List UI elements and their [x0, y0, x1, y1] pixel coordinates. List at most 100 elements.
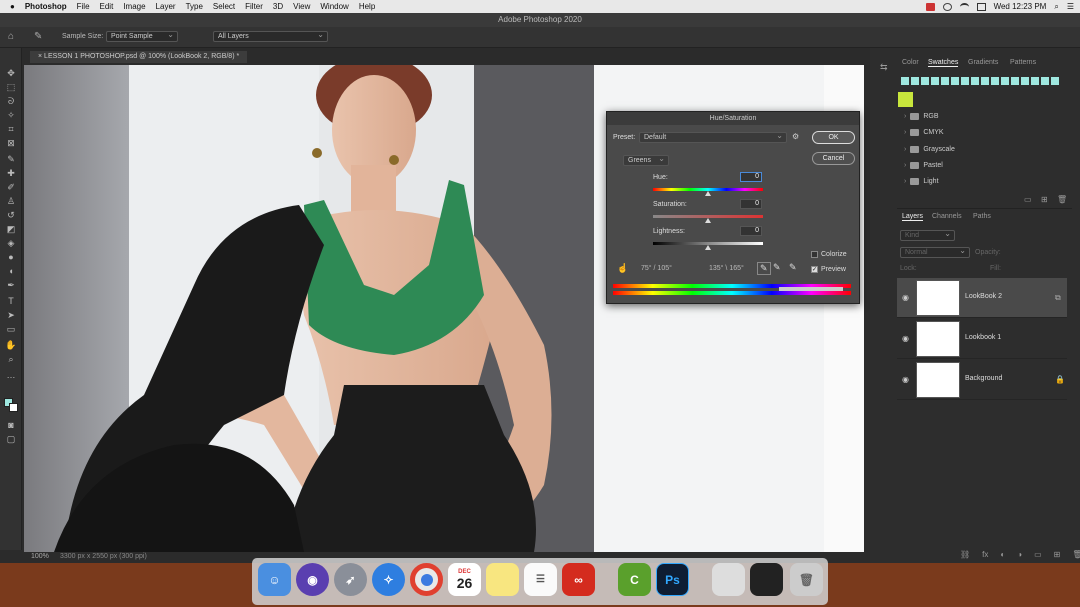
eraser-tool-icon[interactable]: ◩ — [5, 224, 17, 234]
menu-window[interactable]: Window — [320, 2, 348, 11]
delete-swatch-icon[interactable]: 🗑 — [1057, 195, 1067, 204]
swatch-group-light[interactable]: › Light — [904, 178, 939, 185]
saturation-slider-thumb[interactable] — [705, 218, 711, 223]
swatch-chip[interactable] — [991, 77, 999, 85]
dialog-title[interactable]: Hue/Saturation — [607, 112, 859, 125]
frame-tool-icon[interactable]: ⊠ — [5, 138, 17, 148]
layer-name[interactable]: LookBook 2 — [965, 293, 1002, 300]
marquee-tool-icon[interactable]: ⬚ — [5, 82, 17, 92]
swatch-chip[interactable] — [981, 77, 989, 85]
rectangle-tool-icon[interactable]: ▭ — [5, 324, 17, 334]
crop-tool-icon[interactable]: ⌗ — [5, 124, 17, 134]
document-tab[interactable]: × LESSON 1 PHOTOSHOP.psd @ 100% (LookBoo… — [30, 51, 248, 63]
camtasia-icon[interactable]: C — [618, 563, 651, 596]
eyedropper-icon[interactable]: ✎ — [5, 154, 17, 164]
swatch-chip[interactable] — [1011, 77, 1019, 85]
eyedropper-icon[interactable]: ✎ — [757, 262, 771, 275]
tab-channels[interactable]: Channels — [932, 213, 962, 220]
blur-tool-icon[interactable]: ● — [5, 252, 17, 262]
screen-mode-icon[interactable]: ▢ — [5, 434, 17, 444]
menu-view[interactable]: View — [293, 2, 310, 11]
menu-select[interactable]: Select — [213, 2, 235, 11]
channel-dropdown[interactable]: Greens — [623, 154, 669, 166]
brush-tool-icon[interactable]: ✐ — [5, 182, 17, 192]
chrome-icon[interactable] — [410, 563, 443, 596]
lightness-value-field[interactable]: 0 — [740, 226, 762, 236]
lasso-tool-icon[interactable]: ᘐ — [5, 96, 17, 106]
menu-file[interactable]: File — [77, 2, 90, 11]
new-group-icon[interactable]: ▭ — [1024, 195, 1032, 204]
swatch-chip[interactable] — [1031, 77, 1039, 85]
add-mask-icon[interactable]: ◐ — [1000, 550, 1005, 560]
saturation-value-field[interactable]: 0 — [740, 199, 762, 209]
control-center-icon[interactable]: ☰ — [1067, 2, 1074, 11]
swatch-chip[interactable] — [951, 77, 959, 85]
swatch-group-rgb[interactable]: › RGB — [904, 113, 939, 120]
hand-tool-icon[interactable]: ✋ — [5, 340, 17, 350]
menu-edit[interactable]: Edit — [100, 2, 114, 11]
history-brush-icon[interactable]: ↺ — [5, 210, 17, 220]
lightness-slider-thumb[interactable] — [705, 245, 711, 250]
swatch-chip[interactable] — [921, 77, 929, 85]
photoshop-icon[interactable]: Ps — [656, 563, 689, 596]
tab-layers[interactable]: Layers — [902, 213, 924, 221]
reminders-icon[interactable]: ☰ — [524, 563, 557, 596]
recent-window-thumbnail[interactable] — [712, 563, 745, 596]
range-selector[interactable] — [779, 287, 843, 291]
visibility-eye-icon[interactable]: ◉ — [902, 375, 909, 384]
apple-menu-icon[interactable]: ● — [10, 2, 15, 11]
menu-3d[interactable]: 3D — [273, 2, 283, 11]
tab-swatches[interactable]: Swatches — [928, 59, 959, 67]
terminal-thumbnail[interactable] — [750, 563, 783, 596]
add-to-sample-eyedropper-icon[interactable]: ✎ — [773, 262, 781, 273]
ok-button[interactable]: OK — [812, 131, 855, 144]
layer-row-lookbook-2[interactable]: ◉ LookBook 2 ⧉ — [897, 278, 1067, 318]
on-image-adjust-hand-icon[interactable]: ☝ — [617, 263, 628, 274]
menu-image[interactable]: Image — [123, 2, 145, 11]
delete-layer-icon[interactable]: 🗑 — [1072, 550, 1080, 560]
finder-icon[interactable]: ☺ — [258, 563, 291, 596]
path-selection-icon[interactable]: ➤ — [5, 310, 17, 320]
swatch-group-pastel[interactable]: › Pastel — [904, 162, 943, 169]
swatch-chip[interactable] — [1001, 77, 1009, 85]
swatch-chip[interactable] — [941, 77, 949, 85]
selected-swatch[interactable] — [898, 92, 913, 107]
swatch-chip[interactable] — [931, 77, 939, 85]
magic-wand-tool-icon[interactable]: ✧ — [5, 110, 17, 120]
battery-icon[interactable] — [976, 2, 986, 11]
eyedropper-tool-icon[interactable]: ✎ — [34, 31, 42, 42]
blend-mode-dropdown[interactable]: Normal — [900, 246, 970, 258]
help-circle-icon[interactable] — [942, 2, 952, 11]
spotlight-icon[interactable]: ⌕ — [1054, 2, 1058, 12]
type-tool-icon[interactable]: T — [5, 296, 17, 306]
new-group-icon[interactable]: ▭ — [1034, 550, 1042, 560]
swatch-chip[interactable] — [1041, 77, 1049, 85]
swatch-chip[interactable] — [1021, 77, 1029, 85]
preview-checkbox[interactable]: ✓ — [811, 266, 818, 273]
preview-label[interactable]: Preview — [821, 266, 846, 273]
colorize-checkbox[interactable] — [811, 251, 818, 258]
adjustment-layer-icon[interactable]: ◑ — [1017, 550, 1022, 560]
menu-filter[interactable]: Filter — [245, 2, 263, 11]
subtract-from-sample-eyedropper-icon[interactable]: ✎ — [789, 262, 797, 273]
layer-name[interactable]: Background — [965, 375, 1002, 382]
visibility-eye-icon[interactable]: ◉ — [902, 334, 909, 343]
sample-size-dropdown[interactable]: Point Sample — [106, 30, 178, 42]
menu-app-name[interactable]: Photoshop — [25, 2, 67, 11]
menubar-clock[interactable]: Wed 12:23 PM — [994, 2, 1047, 11]
hue-slider-thumb[interactable] — [705, 191, 711, 196]
launchpad-icon[interactable]: ➶ — [334, 563, 367, 596]
colorize-label[interactable]: Colorize — [821, 251, 847, 258]
link-layers-icon[interactable]: ⛓ — [960, 550, 970, 560]
pen-tool-icon[interactable]: ✒ — [5, 280, 17, 290]
zoom-level[interactable]: 100% — [31, 553, 49, 560]
menu-layer[interactable]: Layer — [156, 2, 176, 11]
sample-layers-dropdown[interactable]: All Layers — [213, 30, 328, 42]
tab-gradients[interactable]: Gradients — [968, 59, 998, 66]
tab-paths[interactable]: Paths — [973, 213, 991, 220]
swatch-group-grayscale[interactable]: › Grayscale — [904, 146, 955, 153]
notes-icon[interactable] — [486, 563, 519, 596]
more-tools-icon[interactable]: … — [5, 370, 17, 380]
healing-brush-icon[interactable]: ✚ — [5, 168, 17, 178]
siri-icon[interactable]: ◉ — [296, 563, 329, 596]
